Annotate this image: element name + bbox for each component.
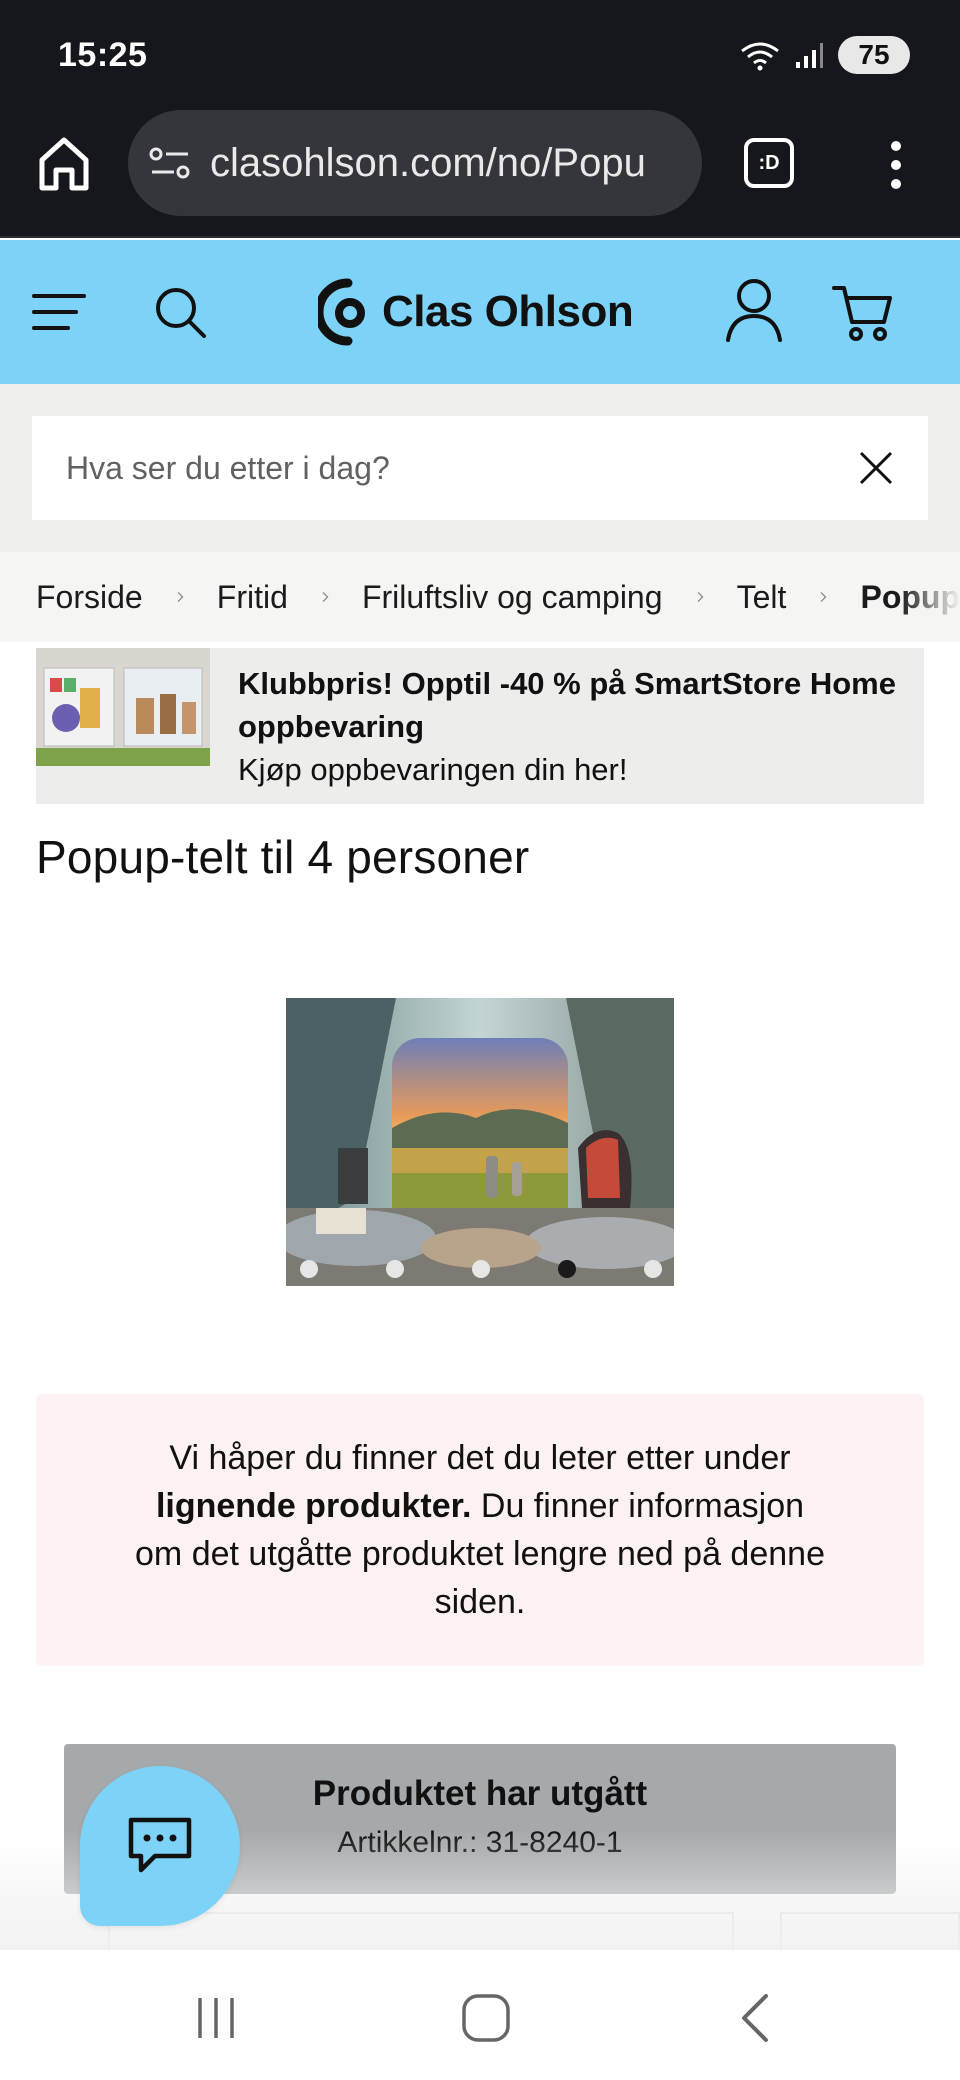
home-nav-icon[interactable]	[456, 1988, 516, 2048]
cart-icon[interactable]	[832, 282, 894, 342]
chevron-right-icon	[322, 592, 329, 602]
search-area	[0, 384, 960, 552]
carousel-dot-active[interactable]	[558, 1260, 576, 1278]
promo-image	[36, 648, 210, 766]
battery-level: 75	[858, 39, 890, 70]
more-menu-icon[interactable]	[884, 140, 908, 190]
breadcrumb-item-forside[interactable]: Forside	[36, 579, 143, 616]
close-icon[interactable]	[858, 450, 894, 486]
system-nav-bar	[0, 1950, 960, 2080]
status-bar: 15:25 75	[0, 0, 960, 110]
product-image	[286, 998, 674, 1286]
chat-button[interactable]	[80, 1766, 240, 1926]
promo-subtitle: Kjøp oppbevaringen din her!	[238, 752, 628, 787]
product-title: Popup-telt til 4 personer	[36, 831, 530, 883]
site-logo[interactable]: Clas Ohlson	[318, 274, 634, 350]
carousel-dot[interactable]	[300, 1260, 318, 1278]
chevron-right-icon	[177, 592, 184, 602]
chevron-right-icon	[697, 592, 703, 602]
recent-apps-icon[interactable]	[186, 1988, 246, 2048]
notice-text-start: Vi håper du finner det du leter etter un…	[169, 1439, 791, 1477]
account-icon[interactable]	[724, 276, 784, 344]
menu-icon[interactable]	[32, 292, 86, 332]
logo-mark-icon	[318, 278, 365, 346]
home-icon[interactable]	[36, 134, 92, 194]
signal-icon	[796, 43, 823, 68]
tab-switcher-button[interactable]: :D	[744, 138, 794, 188]
chat-icon	[128, 1817, 192, 1873]
site-header: Clas Ohlson	[0, 240, 960, 384]
product-card[interactable]	[780, 1912, 960, 1952]
browser-toolbar: clasohlson.com/no/Popu :D	[0, 110, 960, 238]
status-time: 15:25	[58, 36, 148, 74]
product-card[interactable]	[108, 1912, 734, 1952]
notice-text: Vi håper du finner det du leter etter un…	[130, 1434, 830, 1626]
carousel-dot[interactable]	[386, 1260, 404, 1278]
breadcrumb: Forside Fritid Friluftsliv og camping Te…	[0, 552, 960, 642]
carousel-dot[interactable]	[644, 1260, 662, 1278]
product-image-carousel[interactable]	[286, 998, 674, 1286]
similar-products-notice: Vi håper du finner det du leter etter un…	[36, 1394, 924, 1666]
breadcrumb-item-friluftsliv[interactable]: Friluftsliv og camping	[362, 579, 663, 616]
url-text: clasohlson.com/no/Popu	[210, 140, 646, 185]
wifi-icon	[741, 42, 779, 71]
carousel-dots	[286, 1256, 674, 1280]
breadcrumb-item-fritid[interactable]: Fritid	[217, 579, 288, 616]
search-icon[interactable]	[152, 284, 208, 340]
promo-title: Klubbpris! Opptil -40 % på SmartStore Ho…	[238, 666, 896, 744]
back-icon[interactable]	[726, 1988, 786, 2048]
breadcrumb-item-telt[interactable]: Telt	[737, 579, 787, 616]
promo-banner[interactable]: Klubbpris! Opptil -40 % på SmartStore Ho…	[36, 648, 924, 804]
search-input[interactable]	[32, 416, 928, 520]
status-icons: 75	[740, 36, 910, 74]
carousel-dot[interactable]	[472, 1260, 490, 1278]
similar-products-link[interactable]: lignende produkter.	[156, 1487, 471, 1525]
chevron-right-icon	[820, 592, 827, 602]
site-settings-icon[interactable]	[148, 145, 192, 181]
tab-switcher-label: :D	[758, 151, 780, 174]
breadcrumb-fade	[900, 552, 960, 642]
battery-icon: 75	[838, 36, 910, 74]
logo-text: Clas Ohlson	[382, 287, 634, 336]
address-bar[interactable]: clasohlson.com/no/Popu	[128, 110, 702, 216]
